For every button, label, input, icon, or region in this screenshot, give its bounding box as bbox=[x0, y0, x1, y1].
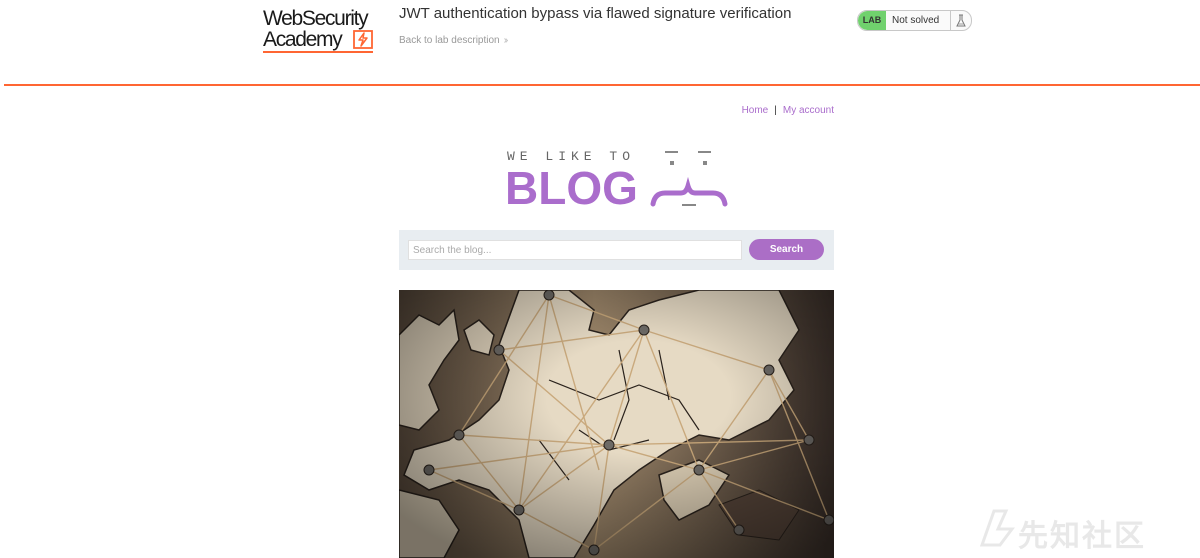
blog-post-image[interactable] bbox=[399, 290, 834, 558]
flask-icon bbox=[956, 14, 966, 27]
logo-text-line-1: WebSecurity bbox=[263, 7, 369, 30]
lab-title: JWT authentication bypass via flawed sig… bbox=[399, 5, 792, 22]
search-button[interactable]: Search bbox=[749, 239, 824, 260]
blog-logo-word: BLOG bbox=[505, 162, 638, 210]
academy-header: WebSecurity Academy JWT authentication b… bbox=[0, 0, 1200, 86]
back-link-label: Back to lab description bbox=[399, 35, 500, 46]
blog-logo: WE LIKE TO BLOG bbox=[505, 149, 728, 210]
lab-status-text: Not solved bbox=[892, 15, 940, 26]
nav-my-account-link[interactable]: My account bbox=[783, 105, 834, 116]
search-bar: Search bbox=[399, 230, 834, 270]
watermark-logo-icon bbox=[979, 509, 1015, 547]
lab-status-widget: LAB Not solved bbox=[857, 10, 972, 31]
academy-logo[interactable]: WebSecurity Academy bbox=[263, 8, 393, 56]
header-divider bbox=[4, 84, 1200, 86]
watermark-text: 先知社区 bbox=[1018, 519, 1146, 554]
top-nav: Home | My account bbox=[700, 105, 834, 116]
blog-logo-face-icon bbox=[650, 151, 728, 207]
back-to-lab-description-link[interactable]: Back to lab description ›› bbox=[399, 35, 508, 46]
europe-map-image bbox=[399, 290, 834, 558]
logo-text-line-2: Academy bbox=[263, 28, 343, 51]
double-chevron-right-icon: ›› bbox=[503, 35, 508, 46]
lab-status-flask-button[interactable] bbox=[950, 11, 971, 30]
logo-underline bbox=[263, 51, 373, 53]
nav-separator: | bbox=[774, 105, 777, 116]
search-input[interactable] bbox=[408, 240, 742, 260]
lab-badge: LAB bbox=[858, 11, 886, 30]
nav-home-link[interactable]: Home bbox=[742, 105, 769, 116]
logo-bolt-icon bbox=[353, 30, 373, 49]
